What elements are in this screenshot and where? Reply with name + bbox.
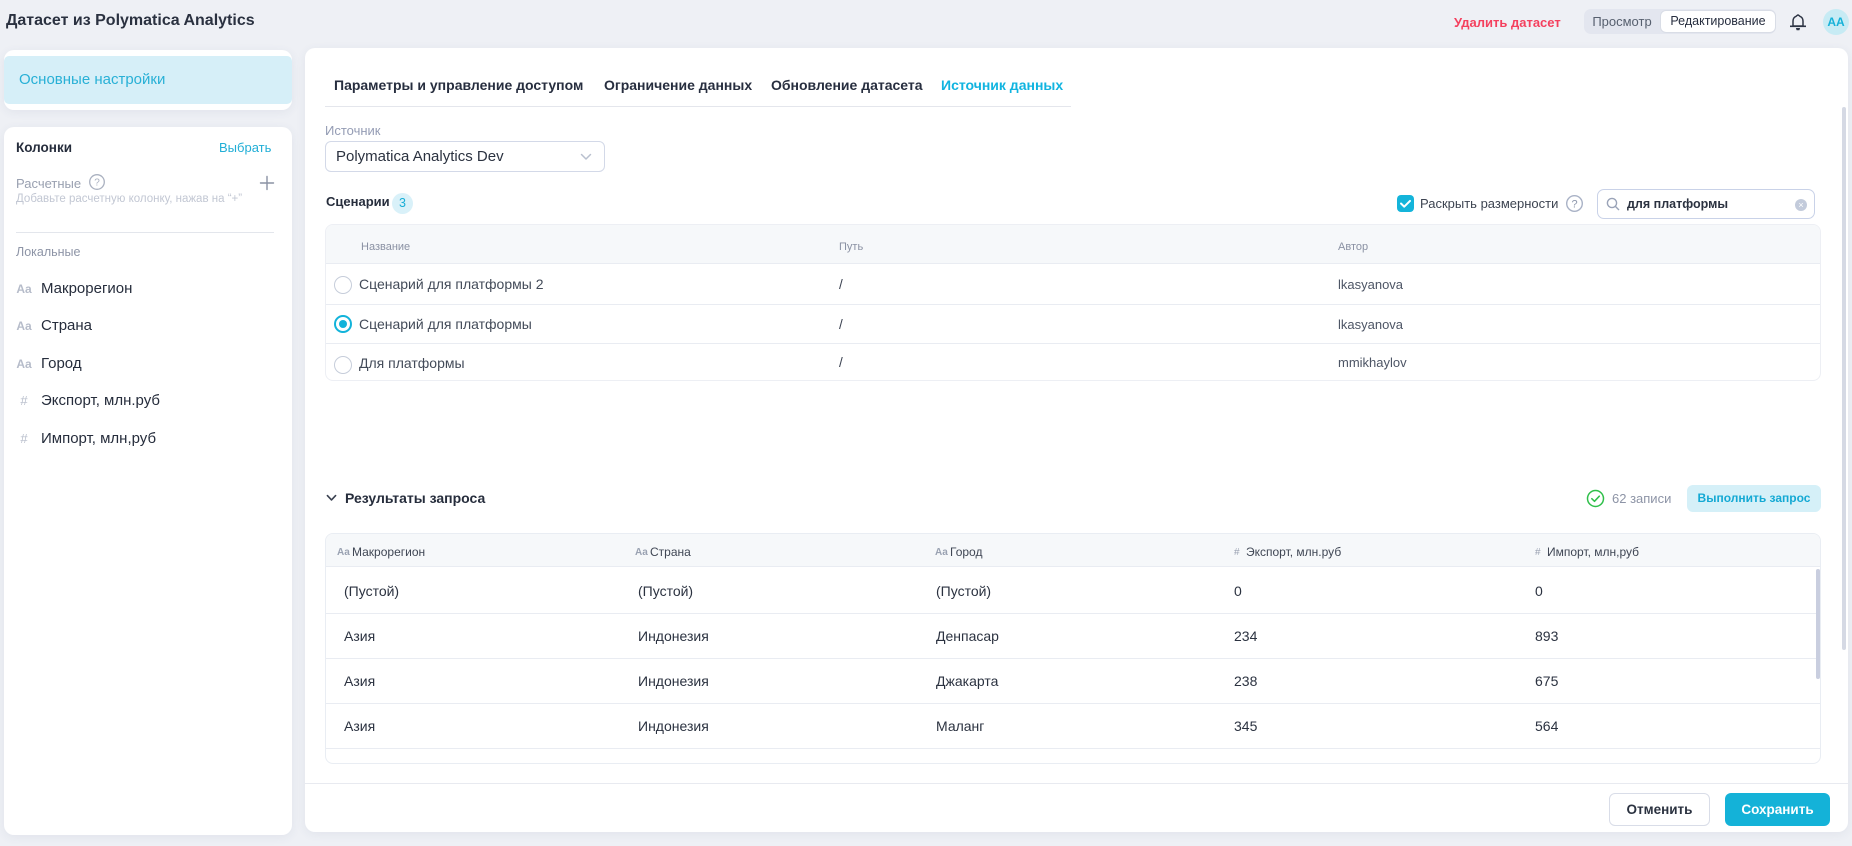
svg-text:?: ? bbox=[1571, 198, 1577, 210]
svg-text:?: ? bbox=[94, 178, 100, 189]
